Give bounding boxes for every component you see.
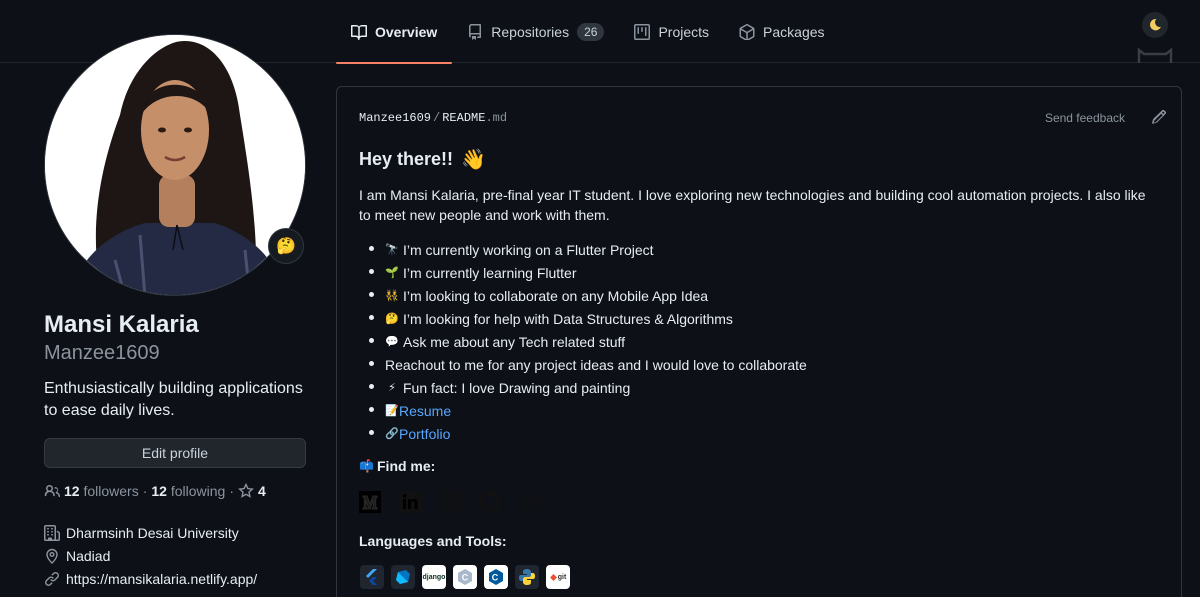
lightning-icon: ⚡ xyxy=(388,381,396,394)
c-icon: C xyxy=(453,565,477,589)
readme-list: 🔭 I’m currently working on a Flutter Proj… xyxy=(363,238,807,445)
list-item: 🤔 I’m looking for help with Data Structur… xyxy=(363,307,807,330)
tab-label: Packages xyxy=(763,23,825,40)
gitlab-icon[interactable] xyxy=(519,491,541,513)
tools-row: django C C git xyxy=(360,565,570,589)
link-icon xyxy=(45,571,60,586)
tab-projects[interactable]: Projects xyxy=(619,0,724,63)
tab-label: Repositories xyxy=(491,23,570,40)
book-icon xyxy=(351,24,367,40)
medium-icon[interactable] xyxy=(359,491,381,513)
vcard-website: https://mansikalaria.netlify.app/ xyxy=(44,567,257,590)
vcard-organization: Dharmsinh Desai University xyxy=(44,521,257,544)
django-icon: django xyxy=(422,565,446,589)
thinking-face-icon: 🤔 xyxy=(385,312,399,325)
location-icon xyxy=(46,548,58,564)
stars-link[interactable]: 4 xyxy=(238,483,266,499)
octocat-icon xyxy=(1137,47,1173,63)
readme-path: Manzee1609/README.md xyxy=(359,111,508,125)
list-item: 👯 I’m looking to collaborate on any Mobil… xyxy=(363,284,807,307)
portfolio-link[interactable]: Portfolio xyxy=(399,424,450,444)
python-icon xyxy=(515,565,539,589)
avatar[interactable] xyxy=(44,34,306,296)
edit-profile-button[interactable]: Edit profile xyxy=(44,438,306,468)
separator-dot: · xyxy=(142,483,148,499)
thinking-face-icon: 🤔 xyxy=(276,238,296,255)
vcard-location: Nadiad xyxy=(44,544,257,567)
follow-stats: 12 followers · 12 following · 4 xyxy=(44,483,266,499)
dancers-icon: 👯 xyxy=(385,289,399,302)
readme-file-link[interactable]: README.md xyxy=(442,111,507,125)
pencil-icon[interactable] xyxy=(1151,109,1167,125)
list-item: 🔗 Portfolio xyxy=(363,422,807,445)
list-item: 🌱 I’m currently learning Flutter xyxy=(363,261,807,284)
speech-bubble-icon: 💬 xyxy=(385,335,399,348)
vcard-details: Dharmsinh Desai University Nadiad https:… xyxy=(44,521,257,590)
cplusplus-icon: C xyxy=(484,565,508,589)
seedling-icon: 🌱 xyxy=(385,266,399,279)
resume-link[interactable]: Resume xyxy=(399,401,451,421)
telescope-icon: 🔭 xyxy=(385,243,399,256)
project-icon xyxy=(634,23,651,40)
flutter-icon xyxy=(360,565,384,589)
readme-owner-link[interactable]: Manzee1609 xyxy=(359,111,431,125)
star-icon xyxy=(238,483,254,498)
people-icon xyxy=(44,485,60,498)
readme-intro: I am Mansi Kalaria, pre-final year IT st… xyxy=(359,187,1146,223)
tab-list: Overview Repositories 26 Projects Packag… xyxy=(336,0,840,64)
followers-link[interactable]: 12 followers xyxy=(64,483,139,499)
following-link[interactable]: 12 following xyxy=(151,483,225,499)
github-icon[interactable] xyxy=(479,491,501,513)
mailbox-icon: 📫 xyxy=(359,459,374,473)
theme-toggle-button[interactable] xyxy=(1142,12,1168,38)
git-icon: git xyxy=(546,565,570,589)
tab-repositories[interactable]: Repositories 26 xyxy=(452,0,619,63)
readme-heading: Hey there!! 👋 xyxy=(359,149,486,171)
list-item: ⚡ Fun fact: I love Drawing and painting xyxy=(363,376,807,399)
repo-icon xyxy=(469,23,482,40)
profile-bio: Enthusiastically building applications t… xyxy=(44,380,303,419)
send-feedback-link[interactable]: Send feedback xyxy=(1045,111,1125,125)
repo-count-badge: 26 xyxy=(577,22,605,41)
svg-text:C: C xyxy=(462,573,469,583)
avatar-photo xyxy=(45,35,305,295)
tab-packages[interactable]: Packages xyxy=(724,0,839,63)
link-icon: 🔗 xyxy=(385,427,399,440)
find-me-heading: 📫 Find me: xyxy=(359,458,436,474)
linkedin-icon[interactable] xyxy=(399,491,421,513)
profile-readme-card: Manzee1609/README.md Send feedback Hey t… xyxy=(336,86,1182,597)
separator-dot: · xyxy=(229,483,235,499)
memo-icon: 📝 xyxy=(385,404,399,417)
tab-label: Projects xyxy=(658,23,710,40)
list-item: 💬 Ask me about any Tech related stuff xyxy=(363,330,807,353)
organization-icon xyxy=(44,524,60,541)
status-emoji-button[interactable]: 🤔 xyxy=(268,228,304,264)
social-links xyxy=(359,491,541,513)
profile-username: Manzee1609 xyxy=(44,342,160,364)
package-icon xyxy=(739,23,755,40)
profile-fullname: Mansi Kalaria xyxy=(44,311,199,338)
instagram-icon[interactable] xyxy=(439,491,461,513)
tab-label: Overview xyxy=(375,23,438,40)
list-item: 🔭 I’m currently working on a Flutter Proj… xyxy=(363,238,807,261)
dart-icon xyxy=(391,565,415,589)
languages-title: Languages and Tools: xyxy=(359,533,507,549)
list-item: 📝 Resume xyxy=(363,399,807,422)
svg-text:C: C xyxy=(492,573,499,583)
moon-icon xyxy=(1149,19,1161,31)
tab-overview[interactable]: Overview xyxy=(336,0,453,64)
website-link[interactable]: https://mansikalaria.netlify.app/ xyxy=(66,571,257,587)
waving-hand-icon: 👋 xyxy=(461,149,486,171)
list-item: Reachout to me for any project ideas and… xyxy=(363,353,807,376)
